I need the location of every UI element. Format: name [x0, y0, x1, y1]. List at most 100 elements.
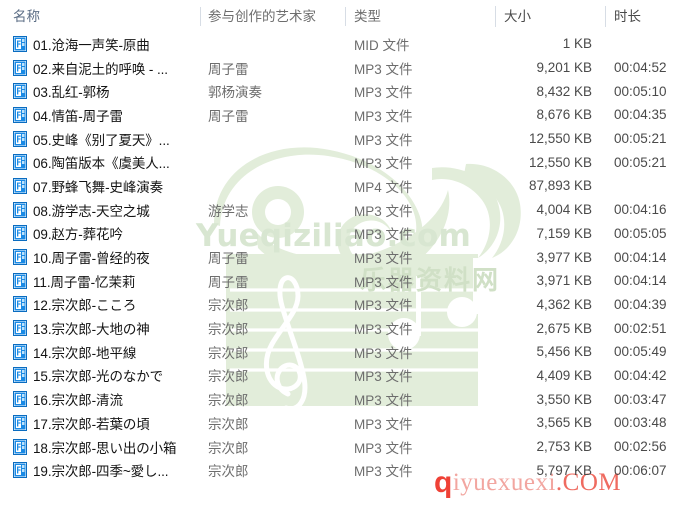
cell-type: MP3 文件: [354, 298, 413, 314]
cell-name[interactable]: 01.沧海一声笑-原曲: [0, 34, 200, 54]
cell-size: 5,797 KB: [536, 462, 592, 478]
column-header-size[interactable]: 大小: [495, 5, 605, 27]
media-file-icon: [13, 225, 27, 242]
cell-name[interactable]: 05.史峰《别了夏天》...: [0, 129, 200, 149]
cell-duration: 00:06:07: [614, 462, 667, 478]
table-row[interactable]: 12.宗次郎-こころ 宗次郎 MP3 文件 4,362 KB 00:04:39: [0, 293, 700, 317]
cell-duration: 00:05:49: [614, 344, 667, 360]
cell-duration: 00:03:48: [614, 415, 667, 431]
cell-name[interactable]: 10.周子雷-曾经的夜: [0, 247, 200, 267]
cell-type: MP3 文件: [354, 322, 413, 338]
cell-size: 4,362 KB: [536, 296, 592, 312]
table-row[interactable]: 18.宗次郎-思い出の小箱 宗次郎 MP3 文件 2,753 KB 00:02:…: [0, 435, 700, 459]
cell-type: MP3 文件: [354, 369, 413, 385]
cell-size: 12,550 KB: [528, 154, 592, 170]
column-header-name[interactable]: 名称: [0, 7, 200, 26]
file-name-label: 05.史峰《别了夏天》...: [33, 132, 170, 148]
cell-name[interactable]: 03.乱红-郭杨: [0, 81, 200, 101]
cell-type: MP4 文件: [354, 179, 413, 195]
file-name-label: 08.游学志-天空之城: [33, 203, 150, 219]
cell-name[interactable]: 07.野蜂飞舞-史峰演奏: [0, 176, 200, 196]
cell-name[interactable]: 09.赵方-葬花吟: [0, 223, 200, 243]
media-file-icon: [13, 296, 27, 313]
cell-size: 9,201 KB: [536, 60, 592, 76]
cell-type: MP3 文件: [354, 203, 413, 219]
cell-type: MP3 文件: [354, 440, 413, 456]
cell-duration: 00:04:39: [614, 296, 667, 312]
cell-duration: 00:02:56: [614, 439, 667, 455]
file-name-label: 15.宗次郎-光のなかで: [33, 369, 164, 385]
cell-duration: 00:04:16: [614, 202, 667, 218]
media-file-icon: [13, 414, 27, 431]
cell-name[interactable]: 13.宗次郎-大地の神: [0, 318, 200, 338]
table-row[interactable]: 06.陶笛版本《虞美人... MP3 文件 12,550 KB 00:05:21: [0, 150, 700, 174]
file-name-label: 10.周子雷-曾经的夜: [33, 251, 150, 267]
cell-size: 2,675 KB: [536, 320, 592, 336]
cell-artist: 宗次郎: [208, 393, 249, 409]
media-file-icon: [13, 106, 27, 123]
column-header-type[interactable]: 类型: [345, 6, 495, 26]
table-row[interactable]: 08.游学志-天空之城 游学志 MP3 文件 4,004 KB 00:04:16: [0, 198, 700, 222]
cell-artist: 宗次郎: [208, 369, 249, 385]
cell-name[interactable]: 11.周子雷-忆茉莉: [0, 271, 200, 291]
cell-size: 1 KB: [562, 36, 592, 52]
cell-duration: 00:04:52: [614, 60, 667, 76]
cell-type: MP3 文件: [354, 108, 413, 124]
cell-name[interactable]: 17.宗次郎-若葉の頃: [0, 413, 200, 433]
cell-name[interactable]: 19.宗次郎-四季~愛し...: [0, 460, 200, 480]
cell-type: MP3 文件: [354, 464, 413, 480]
table-row[interactable]: 07.野蜂飞舞-史峰演奏 MP4 文件 87,893 KB: [0, 174, 700, 198]
cell-name[interactable]: 08.游学志-天空之城: [0, 200, 200, 220]
cell-type: MP3 文件: [354, 251, 413, 267]
cell-duration: 00:05:05: [614, 225, 667, 241]
media-file-icon: [13, 343, 27, 360]
cell-name[interactable]: 14.宗次郎-地平線: [0, 342, 200, 362]
cell-artist: 郭杨演奏: [208, 85, 262, 101]
file-name-label: 11.周子雷-忆茉莉: [33, 274, 136, 290]
table-row[interactable]: 14.宗次郎-地平線 宗次郎 MP3 文件 5,456 KB 00:05:49: [0, 340, 700, 364]
file-table: 名称 参与创作的艺术家 类型 大小 时长 01.沧海一声笑-原曲 MID 文件 …: [0, 0, 700, 482]
media-file-icon: [13, 130, 27, 147]
table-row[interactable]: 13.宗次郎-大地の神 宗次郎 MP3 文件 2,675 KB 00:02:51: [0, 316, 700, 340]
cell-type: MID 文件: [354, 37, 410, 53]
file-name-label: 03.乱红-郭杨: [33, 85, 110, 101]
table-row[interactable]: 05.史峰《别了夏天》... MP3 文件 12,550 KB 00:05:21: [0, 127, 700, 151]
cell-name[interactable]: 04.情笛-周子雷: [0, 105, 200, 125]
media-file-icon: [13, 272, 27, 289]
cell-type: MP3 文件: [354, 61, 413, 77]
cell-size: 3,977 KB: [536, 249, 592, 265]
table-row[interactable]: 04.情笛-周子雷 周子雷 MP3 文件 8,676 KB 00:04:35: [0, 103, 700, 127]
cell-name[interactable]: 18.宗次郎-思い出の小箱: [0, 437, 200, 457]
media-file-icon: [13, 59, 27, 76]
cell-duration: 00:05:21: [614, 154, 667, 170]
cell-name[interactable]: 06.陶笛版本《虞美人...: [0, 152, 200, 172]
cell-artist: 宗次郎: [208, 464, 249, 480]
table-row[interactable]: 01.沧海一声笑-原曲 MID 文件 1 KB: [0, 32, 700, 56]
cell-type: MP3 文件: [354, 227, 413, 243]
cell-name[interactable]: 16.宗次郎-清流: [0, 389, 200, 409]
table-row[interactable]: 17.宗次郎-若葉の頃 宗次郎 MP3 文件 3,565 KB 00:03:48: [0, 411, 700, 435]
table-row[interactable]: 11.周子雷-忆茉莉 周子雷 MP3 文件 3,971 KB 00:04:14: [0, 269, 700, 293]
cell-size: 3,550 KB: [536, 391, 592, 407]
cell-duration: 00:05:21: [614, 131, 667, 147]
media-file-icon: [13, 367, 27, 384]
cell-artist: 周子雷: [208, 251, 249, 267]
cell-artist: 宗次郎: [208, 298, 249, 314]
file-name-label: 12.宗次郎-こころ: [33, 298, 137, 314]
cell-name[interactable]: 12.宗次郎-こころ: [0, 294, 200, 314]
table-row[interactable]: 15.宗次郎-光のなかで 宗次郎 MP3 文件 4,409 KB 00:04:4…: [0, 364, 700, 388]
cell-size: 8,676 KB: [536, 107, 592, 123]
media-file-icon: [13, 462, 27, 479]
cell-duration: 00:04:14: [614, 273, 667, 289]
column-header-artist[interactable]: 参与创作的艺术家: [200, 6, 345, 26]
cell-size: 3,565 KB: [536, 415, 592, 431]
table-row[interactable]: 02.来自泥土的呼唤 - ... 周子雷 MP3 文件 9,201 KB 00:…: [0, 56, 700, 80]
table-row[interactable]: 16.宗次郎-清流 宗次郎 MP3 文件 3,550 KB 00:03:47: [0, 387, 700, 411]
table-row[interactable]: 09.赵方-葬花吟 MP3 文件 7,159 KB 00:05:05: [0, 222, 700, 246]
table-row[interactable]: 10.周子雷-曾经的夜 周子雷 MP3 文件 3,977 KB 00:04:14: [0, 245, 700, 269]
cell-name[interactable]: 15.宗次郎-光のなかで: [0, 365, 200, 385]
column-header-duration[interactable]: 时长: [605, 5, 700, 27]
cell-name[interactable]: 02.来自泥土的呼唤 - ...: [0, 58, 200, 78]
table-row[interactable]: 03.乱红-郭杨 郭杨演奏 MP3 文件 8,432 KB 00:05:10: [0, 79, 700, 103]
table-row[interactable]: 19.宗次郎-四季~愛し... 宗次郎 MP3 文件 5,797 KB 00:0…: [0, 458, 700, 482]
